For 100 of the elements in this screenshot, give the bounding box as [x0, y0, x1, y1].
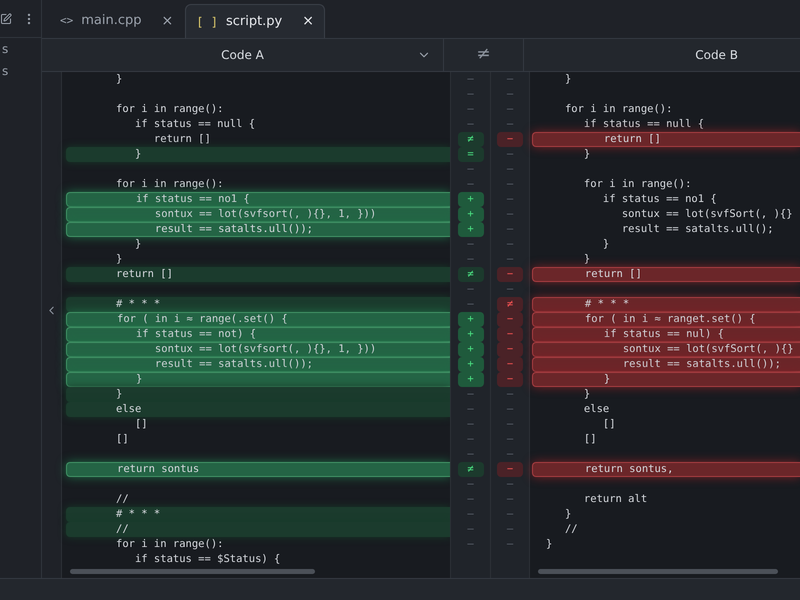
- code-line: sontux == lot(svfsort(, ){}, 1, })): [66, 207, 450, 222]
- diff-marker: +: [458, 357, 484, 372]
- edit-icon[interactable]: [0, 12, 12, 24]
- editor-tab[interactable]: [ ] script.py ×: [185, 4, 325, 38]
- diff-marker: —: [466, 177, 475, 192]
- diff-marker: −: [497, 312, 523, 327]
- diff-marker: —: [506, 117, 514, 132]
- diff-symbol: ≠: [476, 43, 491, 66]
- code-line: for i in range():: [564, 102, 674, 117]
- code-line: if status == $Status) {: [134, 552, 282, 567]
- code-line: for i in range():: [115, 537, 224, 552]
- code-line: return []: [532, 267, 800, 282]
- code-line: for i in range():: [115, 177, 224, 192]
- pane-title: Code A: [221, 47, 264, 64]
- code-line: }: [115, 72, 124, 87]
- code-line: }: [582, 387, 592, 402]
- code-line: }: [134, 237, 142, 252]
- tab-label: script.py: [226, 12, 282, 31]
- diff-marker: −: [497, 372, 523, 387]
- code-line: }: [115, 252, 124, 267]
- diff-marker: —: [466, 417, 475, 432]
- diff-marker: —: [506, 447, 514, 462]
- diff-marker: —: [506, 72, 514, 87]
- diff-marker: +: [458, 207, 484, 222]
- diff-marker: −: [497, 267, 523, 282]
- diff-marker: —: [506, 417, 514, 432]
- close-icon[interactable]: ×: [162, 10, 174, 32]
- code-line: return []: [152, 132, 212, 147]
- diff-marker: —: [466, 387, 475, 402]
- diff-marker: —: [466, 87, 475, 102]
- code-line: return sontus,: [532, 462, 800, 477]
- sidebar-item[interactable]: s: [2, 64, 41, 78]
- code-line: # * * *: [66, 507, 450, 522]
- file-type-icon: <>: [60, 12, 74, 30]
- code-line: else: [582, 402, 610, 417]
- diff-marker: —: [466, 102, 475, 117]
- code-line: for ( in i ≈ range(.set() {: [66, 312, 450, 327]
- diff-marker: +: [458, 222, 484, 237]
- diff-marker: —: [506, 507, 514, 522]
- editor-tab[interactable]: <> main.cpp ×: [50, 4, 184, 38]
- horizontal-scrollbar[interactable]: [538, 568, 778, 574]
- code-line: }: [545, 537, 554, 552]
- sidebar-item[interactable]: s: [2, 42, 41, 56]
- code-line: for ( in i ≈ ranget.set() {: [532, 312, 800, 327]
- diff-marker: —: [466, 477, 475, 492]
- code-line: []: [115, 432, 130, 447]
- diff-marker: ≠: [458, 132, 484, 147]
- diff-marker: —: [466, 447, 475, 462]
- diff-marker: —: [506, 537, 514, 552]
- code-line: if status == not) {: [66, 327, 450, 342]
- horizontal-scrollbar[interactable]: [70, 568, 315, 574]
- code-line: }: [582, 147, 592, 162]
- code-line: if status == null {: [134, 117, 256, 132]
- diff-marker: —: [506, 162, 514, 177]
- diff-marker: —: [466, 537, 475, 552]
- diff-marker: +: [458, 312, 484, 327]
- code-line: return alt: [582, 492, 648, 507]
- file-type-icon: [ ]: [196, 12, 218, 30]
- code-line: for i in range():: [582, 177, 692, 192]
- code-line: //: [66, 522, 450, 537]
- diff-marker: +: [458, 372, 484, 387]
- code-line: result == satalts.ull());: [66, 222, 450, 237]
- code-line: return []: [532, 132, 800, 147]
- pane-title: Code B: [695, 47, 738, 64]
- code-line: # * * *: [532, 297, 800, 312]
- code-line: if status == null {: [582, 117, 706, 132]
- diff-marker: —: [506, 492, 514, 507]
- diff-marker: —: [466, 297, 475, 312]
- diff-marker: —: [466, 252, 475, 267]
- diff-marker: —: [506, 192, 514, 207]
- code-line: []: [582, 432, 598, 447]
- diff-marker: −: [497, 462, 523, 477]
- code-line: }: [532, 372, 800, 387]
- diff-marker: ≠: [458, 267, 484, 282]
- code-line: return sontus: [66, 462, 450, 477]
- code-line: []: [134, 417, 149, 432]
- code-line: }: [66, 372, 450, 387]
- code-line: if status == no1 {: [66, 192, 450, 207]
- diff-marker: —: [506, 477, 514, 492]
- diff-marker: —: [506, 522, 514, 537]
- diff-marker: −: [497, 132, 523, 147]
- code-line: //: [115, 492, 130, 507]
- diff-marker: —: [506, 222, 514, 237]
- code-line: }: [66, 147, 450, 162]
- code-line: result == satalts.ull());: [532, 357, 800, 372]
- diff-marker: —: [506, 432, 514, 447]
- code-line: []: [602, 417, 617, 432]
- code-line: sontux == lot(svfsort(, ){}, 1, })): [66, 342, 450, 357]
- diff-marker: —: [506, 402, 514, 417]
- diff-marker: —: [466, 237, 475, 252]
- close-icon[interactable]: ×: [302, 11, 314, 32]
- code-line: return []: [66, 267, 450, 282]
- diff-marker: ≠: [458, 462, 484, 477]
- diff-marker: —: [466, 507, 475, 522]
- diff-marker: —: [506, 387, 514, 402]
- code-line: if status == no1 {: [602, 192, 718, 207]
- diff-marker: −: [497, 357, 523, 372]
- diff-marker: —: [506, 177, 514, 192]
- code-line: sontux == lot(svfSort(, ){}: [532, 342, 800, 357]
- diff-marker: −: [497, 342, 523, 357]
